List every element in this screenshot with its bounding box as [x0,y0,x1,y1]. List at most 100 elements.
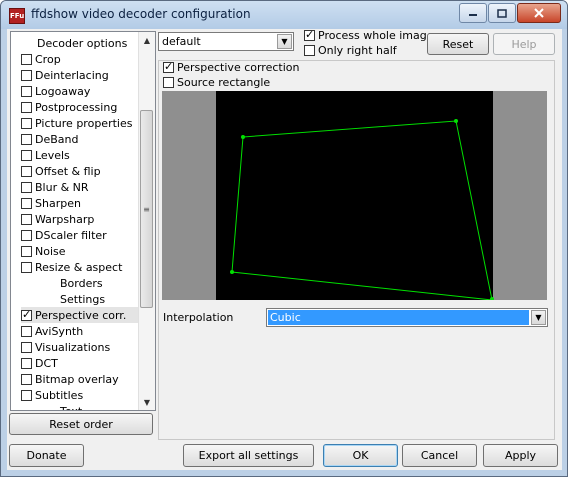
tree-item-label: Crop [35,52,61,66]
tree-item-checkbox[interactable] [21,53,32,65]
tree-item-label: DeBand [35,132,79,146]
tree-item-label: Resize & aspect [35,260,123,274]
tree-item-avisynth[interactable]: AviSynth [21,323,147,339]
source-rectangle-checkbox[interactable] [163,77,174,88]
help-button[interactable]: Help [493,33,555,55]
tree-item-label: DScaler filter [35,228,107,242]
only-right-half-checkbox[interactable] [304,45,315,56]
reset-button[interactable]: Reset [427,33,489,55]
scroll-down-arrow-icon[interactable]: ▼ [139,394,155,410]
tree-item-checkbox[interactable] [21,373,32,385]
tree-item-warpsharp[interactable]: Warpsharp [21,211,147,227]
scrollbar-thumb[interactable]: ≡ [140,110,153,308]
tree-item-checkbox[interactable] [21,101,32,113]
only-right-half-option[interactable]: Only right half [304,44,397,57]
tree-item-checkbox[interactable] [21,357,32,369]
window-title: ffdshow video decoder configuration [31,7,251,21]
tree-item-label: Deinterlacing [35,68,109,82]
tree-item-checkbox[interactable] [21,325,32,337]
preset-value: default [162,35,201,48]
tree-item-checkbox[interactable] [21,229,32,241]
tree-item-checkbox[interactable] [21,308,32,322]
tree-item-noise[interactable]: Noise [21,243,147,259]
perspective-preview[interactable] [162,91,547,300]
tree-item-offset-flip[interactable]: Offset & flip [21,163,147,179]
tree-item-deinterlacing[interactable]: Deinterlacing [21,67,147,83]
tree-item-picture-properties[interactable]: Picture properties [21,115,147,131]
tree-item-checkbox[interactable] [21,213,32,225]
close-icon [534,8,544,18]
filter-tree[interactable]: Decoder options Crop Deinterlacing Logoawa… [10,31,156,411]
minimize-icon [469,14,477,16]
tree-item-bitmap-overlay[interactable]: Bitmap overlay [21,371,147,387]
perspective-correction-checkbox[interactable] [163,60,174,74]
tree-item-label: Subtitles [35,388,84,402]
tree-item-checkbox[interactable] [21,69,32,81]
source-rectangle-option[interactable]: Source rectangle [163,76,270,89]
export-all-settings-button[interactable]: Export all settings [183,444,314,467]
tree-scrollbar[interactable]: ▲ ≡ ▼ [138,32,155,410]
corner-handle-bottom-left[interactable] [230,270,234,274]
tree-item-visualizations[interactable]: Visualizations [21,339,147,355]
tree-item-checkbox[interactable] [21,341,32,353]
main-window: FFu ffdshow video decoder configuration … [0,0,568,477]
tree-item-levels[interactable]: Levels [21,147,147,163]
tree-item-checkbox[interactable] [21,245,32,257]
interpolation-select[interactable]: Cubic ▼ [266,308,548,327]
client-area: Decoder options Crop Deinterlacing Logoawa… [7,28,562,470]
donate-button[interactable]: Donate [9,444,84,467]
corner-handle-bottom-right[interactable] [490,297,494,300]
tree-item-dscaler-filter[interactable]: DScaler filter [21,227,147,243]
close-button[interactable] [517,3,561,23]
process-whole-image-option[interactable]: Process whole image [304,28,434,42]
perspective-quad-outline [231,120,493,300]
corner-handle-top-right[interactable] [454,119,458,123]
tree-item-checkbox[interactable] [21,117,32,129]
tree-item-checkbox[interactable] [21,165,32,177]
tree-item-dct[interactable]: DCT [21,355,147,371]
perspective-quad[interactable] [162,91,547,300]
corner-handle-top-left[interactable] [241,135,245,139]
tree-item-checkbox[interactable] [21,181,32,193]
minimize-button[interactable] [459,3,487,23]
tree-item-blur-nr[interactable]: Blur & NR [21,179,147,195]
tree-item-label: Warpsharp [35,212,95,226]
tree-item-checkbox[interactable] [21,133,32,145]
tree-item-label: Blur & NR [35,180,89,194]
tree-item-label: Perspective corr. [35,308,127,322]
cancel-button[interactable]: Cancel [402,444,477,467]
tree-item-label: Settings [60,292,106,306]
chevron-down-icon[interactable]: ▼ [531,310,546,325]
maximize-button[interactable] [488,3,516,23]
tree-item-checkbox[interactable] [21,197,32,209]
tree-item-label: Picture properties [35,116,133,130]
tree-item-logoaway[interactable]: Logoaway [21,83,147,99]
tree-item-label: Noise [35,244,66,258]
tree-item-checkbox[interactable] [21,389,32,401]
reset-order-button[interactable]: Reset order [9,413,153,435]
tree-item-deband[interactable]: DeBand [21,131,147,147]
perspective-correction-option[interactable]: Perspective correction [163,60,299,74]
tree-item-label: Bitmap overlay [35,372,119,386]
tree-item-resize-aspect[interactable]: Resize & aspect [21,259,147,275]
title-bar[interactable]: FFu ffdshow video decoder configuration [1,1,567,29]
tree-item-label: Postprocessing [35,100,118,114]
tree-item-perspective-corr[interactable]: Perspective corr. [21,307,147,323]
tree-item-subtitles[interactable]: Subtitles [21,387,147,403]
chevron-down-icon[interactable]: ▼ [277,34,292,49]
process-whole-image-checkbox[interactable] [304,28,315,42]
tree-item-postprocessing[interactable]: Postprocessing [21,99,147,115]
tree-item-checkbox[interactable] [21,149,32,161]
tree-item-label: AviSynth [35,324,84,338]
tree-item-label: Text [60,404,83,411]
tree-item-checkbox[interactable] [21,85,32,97]
tree-item-crop[interactable]: Crop [21,51,147,67]
preset-select[interactable]: default ▼ [158,32,294,51]
tree-item-sharpen[interactable]: Sharpen [21,195,147,211]
tree-item-checkbox[interactable] [21,261,32,273]
scroll-up-arrow-icon[interactable]: ▲ [139,32,155,48]
tree-item-label: DCT [35,356,58,370]
interpolation-label: Interpolation [163,311,234,324]
apply-button[interactable]: Apply [483,444,558,467]
ok-button[interactable]: OK [323,444,398,467]
